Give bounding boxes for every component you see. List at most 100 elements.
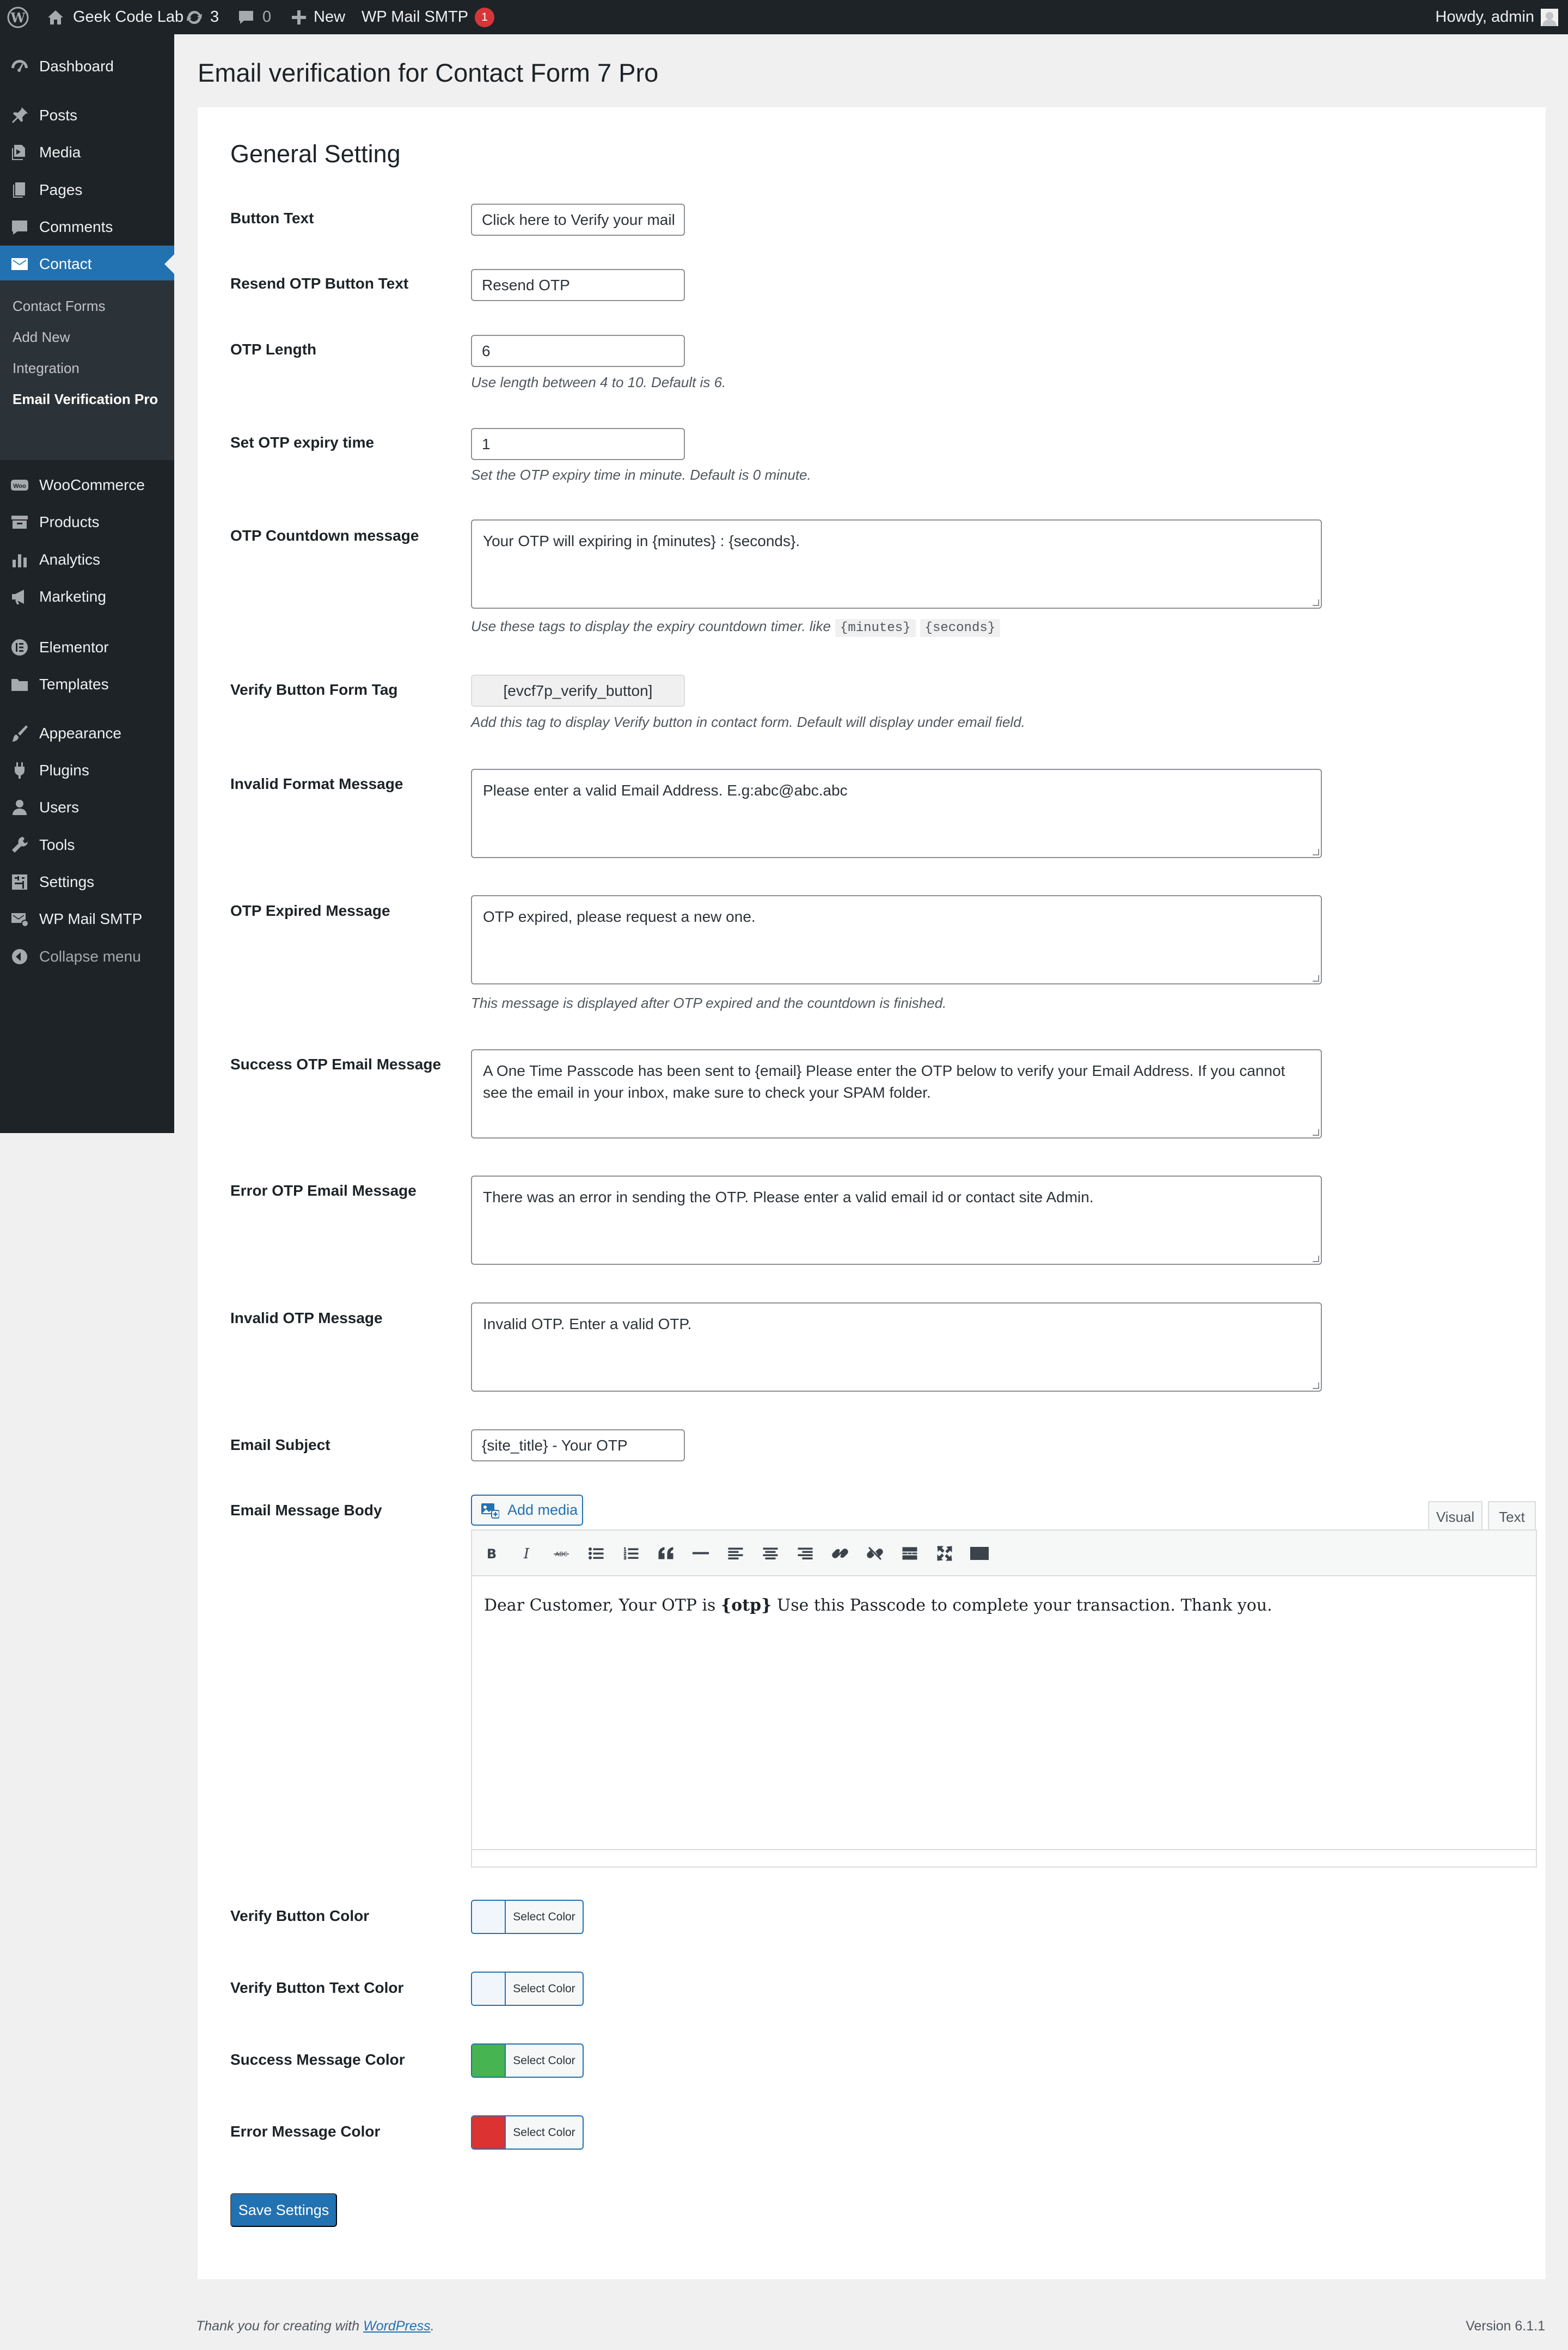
site-name-link[interactable]: Geek Code Lab: [47, 0, 183, 34]
toolbar-toggle-icon[interactable]: [967, 1541, 991, 1565]
wordpress-link[interactable]: WordPress: [363, 2318, 431, 2334]
menu-label: Posts: [39, 106, 78, 124]
verify-text-color-label: Verify Button Text Color: [230, 1979, 404, 1996]
remove-link-icon[interactable]: [863, 1541, 887, 1565]
menu-label: Contact: [39, 255, 92, 272]
align-center-icon[interactable]: [758, 1541, 782, 1565]
menu-media[interactable]: Media: [0, 134, 174, 170]
menu-contact[interactable]: Contact: [0, 246, 174, 282]
invalid-format-textarea[interactable]: Please enter a valid Email Address. E.g:…: [471, 769, 1322, 858]
success-message-textarea[interactable]: A One Time Passcode has been sent to {em…: [471, 1049, 1322, 1139]
menu-dashboard[interactable]: Dashboard: [0, 48, 174, 84]
success-color-picker[interactable]: Select Color: [471, 2043, 584, 2078]
tab-text[interactable]: Text: [1488, 1501, 1536, 1532]
menu-appearance[interactable]: Appearance: [0, 715, 174, 751]
form-tag-readonly-input[interactable]: [evcf7p_verify_button]: [471, 675, 685, 707]
menu-label: Appearance: [39, 724, 122, 742]
strikethrough-icon[interactable]: ABC: [549, 1541, 573, 1565]
svg-text:B: B: [487, 1546, 497, 1560]
menu-woocommerce[interactable]: Woo WooCommerce: [0, 467, 174, 503]
resend-otp-input[interactable]: Resend OTP: [471, 269, 685, 301]
error-color-picker[interactable]: Select Color: [471, 2115, 584, 2150]
error-color-label: Error Message Color: [230, 2123, 381, 2140]
collapse-label: Collapse menu: [39, 947, 141, 965]
menu-elementor[interactable]: Elementor: [0, 629, 174, 665]
settings-icon: [10, 872, 29, 892]
menu-settings[interactable]: Settings: [0, 864, 174, 900]
smtp-icon: [10, 909, 29, 929]
page-icon: [10, 180, 29, 200]
menu-pages[interactable]: Pages: [0, 172, 174, 208]
menu-wp-mail-smtp[interactable]: WP Mail SMTP: [0, 901, 174, 937]
error-message-label: Error OTP Email Message: [230, 1182, 416, 1199]
wrench-icon: [10, 835, 29, 855]
horizontal-line-icon[interactable]: [689, 1541, 713, 1565]
menu-users[interactable]: Users: [0, 789, 174, 825]
blockquote-icon[interactable]: [654, 1541, 678, 1565]
menu-label: Pages: [39, 181, 83, 198]
settings-panel: General Setting Button Text Click here t…: [198, 107, 1546, 2279]
updates-link[interactable]: 3: [185, 0, 219, 34]
insert-link-icon[interactable]: [828, 1541, 852, 1565]
submenu-email-verification-pro[interactable]: Email Verification Pro: [13, 391, 158, 408]
menu-plugins[interactable]: Plugins: [0, 752, 174, 788]
menu-products[interactable]: Products: [0, 504, 174, 540]
align-right-icon[interactable]: [793, 1541, 817, 1565]
success-color-label: Success Message Color: [230, 2051, 405, 2068]
add-media-button[interactable]: Add media: [471, 1495, 583, 1526]
otp-expired-textarea[interactable]: OTP expired, please request a new one.: [471, 895, 1322, 984]
menu-marketing[interactable]: Marketing: [0, 578, 174, 615]
otp-length-description: Use length between 4 to 10. Default is 6…: [471, 374, 726, 390]
countdown-message-textarea[interactable]: Your OTP will expiring in {minutes} : {s…: [471, 519, 1322, 609]
menu-templates[interactable]: Templates: [0, 666, 174, 702]
error-message-textarea[interactable]: There was an error in sending the OTP. P…: [471, 1176, 1322, 1265]
bold-icon[interactable]: B: [480, 1541, 504, 1565]
menu-comments[interactable]: Comments: [0, 209, 174, 245]
otp-length-input[interactable]: 6: [471, 335, 685, 367]
wp-mail-smtp-link[interactable]: WP Mail SMTP 1: [362, 0, 495, 34]
comments-link[interactable]: 0: [237, 0, 271, 34]
collapse-menu-button[interactable]: Collapse menu: [0, 938, 174, 975]
fullscreen-icon[interactable]: [933, 1541, 957, 1565]
menu-analytics[interactable]: Analytics: [0, 541, 174, 578]
save-settings-button[interactable]: Save Settings: [230, 2193, 337, 2227]
admin-bar: W Geek Code Lab 3 0 New WP Mail SMTP 1 H…: [0, 0, 1568, 34]
menu-label: Templates: [39, 675, 109, 693]
plug-icon: [10, 761, 29, 780]
svg-text:Woo: Woo: [13, 483, 26, 489]
email-body-editor[interactable]: B I ABC 123 Dear Customer, Your OTP is {…: [471, 1529, 1537, 1868]
admin-sidebar: Dashboard Posts Media Pages Comments Con…: [0, 34, 174, 1133]
verify-text-color-picker[interactable]: Select Color: [471, 1972, 584, 2006]
menu-posts[interactable]: Posts: [0, 97, 174, 133]
menu-label: WP Mail SMTP: [39, 910, 143, 927]
italic-icon[interactable]: I: [514, 1541, 538, 1565]
folder-icon: [10, 675, 29, 694]
submenu-integration[interactable]: Integration: [13, 360, 79, 377]
menu-tools[interactable]: Tools: [0, 827, 174, 863]
new-content-link[interactable]: New: [291, 0, 345, 34]
submenu-contact-forms[interactable]: Contact Forms: [13, 298, 106, 315]
submenu-add-new[interactable]: Add New: [13, 329, 70, 346]
align-left-icon[interactable]: [724, 1541, 748, 1565]
bulleted-list-icon[interactable]: [584, 1541, 608, 1565]
invalid-otp-textarea[interactable]: Invalid OTP. Enter a valid OTP.: [471, 1302, 1322, 1392]
wordpress-logo-icon[interactable]: W: [7, 0, 29, 34]
my-account-link[interactable]: Howdy, admin: [1435, 0, 1558, 34]
editor-content[interactable]: Dear Customer, Your OTP is {otp} Use thi…: [484, 1596, 1272, 1615]
read-more-icon[interactable]: [898, 1541, 922, 1565]
select-color-label: Select Color: [513, 2126, 575, 2139]
resend-otp-label: Resend OTP Button Text: [230, 275, 409, 292]
otp-expiry-input[interactable]: 1: [471, 428, 685, 460]
verify-button-color-picker[interactable]: Select Color: [471, 1900, 584, 1934]
seconds-tag: {seconds}: [920, 619, 1001, 637]
brush-icon: [10, 724, 29, 743]
editor-resize-handle[interactable]: [472, 1849, 1536, 1866]
tab-visual[interactable]: Visual: [1428, 1501, 1483, 1532]
email-subject-input[interactable]: {site_title} - Your OTP: [471, 1429, 685, 1461]
button-text-input[interactable]: Click here to Verify your mail: [471, 204, 685, 236]
footer-version: Version 6.1.1: [1466, 2318, 1545, 2334]
section-title: General Setting: [230, 140, 401, 168]
menu-label: Media: [39, 143, 81, 161]
numbered-list-icon[interactable]: 123: [619, 1541, 643, 1565]
home-icon: [47, 9, 64, 26]
